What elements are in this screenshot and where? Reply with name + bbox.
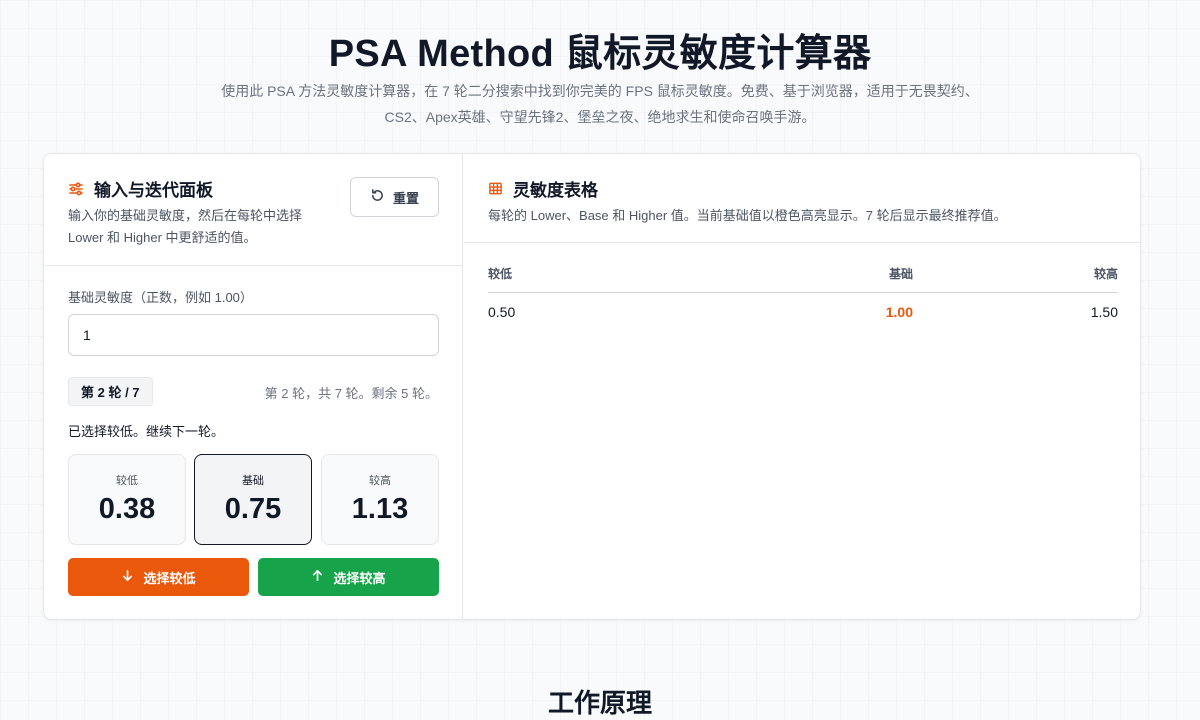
reset-button[interactable]: 重置: [350, 177, 439, 217]
table-panel-title: 灵敏度表格: [513, 181, 598, 200]
input-panel-header: 输入与迭代面板 输入你的基础灵敏度，然后在每轮中选择 Lower 和 Highe…: [44, 154, 462, 266]
page-title: PSA Method 鼠标灵敏度计算器: [328, 33, 872, 75]
table-panel-title-row: 灵敏度表格: [488, 176, 598, 201]
higher-value-box: 较高 1.13: [321, 454, 439, 545]
page-subtitle: 使用此 PSA 方法灵敏度计算器，在 7 轮二分搜索中找到你完美的 FPS 鼠标…: [221, 83, 979, 125]
table-panel-description: 每轮的 Lower、Base 和 Higher 值。当前基础值以橙色高亮显示。7…: [488, 208, 1007, 223]
base-value-label: 基础: [242, 475, 264, 487]
arrow-up-icon: [311, 569, 324, 585]
select-higher-button[interactable]: 选择较高: [258, 558, 439, 596]
table-cell-base: 1.00: [885, 304, 913, 321]
status-message: 已选择较低。继续下一轮。: [68, 424, 225, 439]
higher-value-label: 较高: [369, 475, 391, 487]
higher-value: 1.13: [351, 493, 409, 525]
select-lower-button[interactable]: 选择较低: [68, 558, 249, 596]
arrow-down-icon: [121, 569, 134, 585]
column-header-higher: 较高: [913, 256, 1118, 293]
base-sensitivity-label: 基础灵敏度（正数，例如 1.00）: [68, 290, 253, 305]
lower-value: 0.38: [98, 493, 156, 525]
base-value-box: 基础 0.75: [194, 454, 312, 545]
column-header-base: 基础: [698, 256, 913, 293]
round-badge: 第 2 轮 / 7: [68, 377, 153, 406]
base-sensitivity-input[interactable]: [68, 314, 439, 356]
table-panel: 灵敏度表格 每轮的 Lower、Base 和 Higher 值。当前基础值以橙色…: [464, 154, 1142, 619]
select-higher-label: 选择较高: [333, 570, 386, 586]
reset-icon: [370, 188, 385, 206]
how-it-works-heading: 工作原理: [547, 688, 652, 718]
input-panel: 输入与迭代面板 输入你的基础灵敏度，然后在每轮中选择 Lower 和 Highe…: [44, 154, 463, 619]
calculator-card: 输入与迭代面板 输入你的基础灵敏度，然后在每轮中选择 Lower 和 Highe…: [43, 153, 1142, 620]
input-panel-description: 输入你的基础灵敏度，然后在每轮中选择 Lower 和 Higher 中更舒适的值…: [68, 208, 303, 245]
table-row: 0.50 1.00 1.50: [488, 292, 1118, 332]
input-panel-title-row: 输入与迭代面板: [68, 176, 213, 201]
table-cell-higher: 1.50: [1090, 304, 1118, 321]
table-panel-header: 灵敏度表格 每轮的 Lower、Base 和 Higher 值。当前基础值以橙色…: [464, 154, 1142, 243]
lower-value-label: 较低: [116, 475, 138, 487]
table-cell-lower: 0.50: [488, 304, 516, 321]
table-header-row: 较低 基础 较高: [488, 256, 1118, 293]
select-lower-label: 选择较低: [143, 570, 196, 586]
input-panel-title: 输入与迭代面板: [94, 181, 213, 200]
column-header-lower: 较低: [488, 256, 698, 293]
base-value: 0.75: [224, 493, 282, 525]
lower-value-box: 较低 0.38: [68, 454, 186, 545]
round-info: 第 2 轮，共 7 轮。剩余 5 轮。: [264, 386, 438, 401]
table-icon: [488, 181, 503, 196]
reset-button-label: 重置: [392, 190, 419, 206]
sensitivity-table: 较低 基础 较高 0.50 1.00 1.50: [488, 256, 1118, 332]
sliders-icon: [68, 181, 84, 197]
